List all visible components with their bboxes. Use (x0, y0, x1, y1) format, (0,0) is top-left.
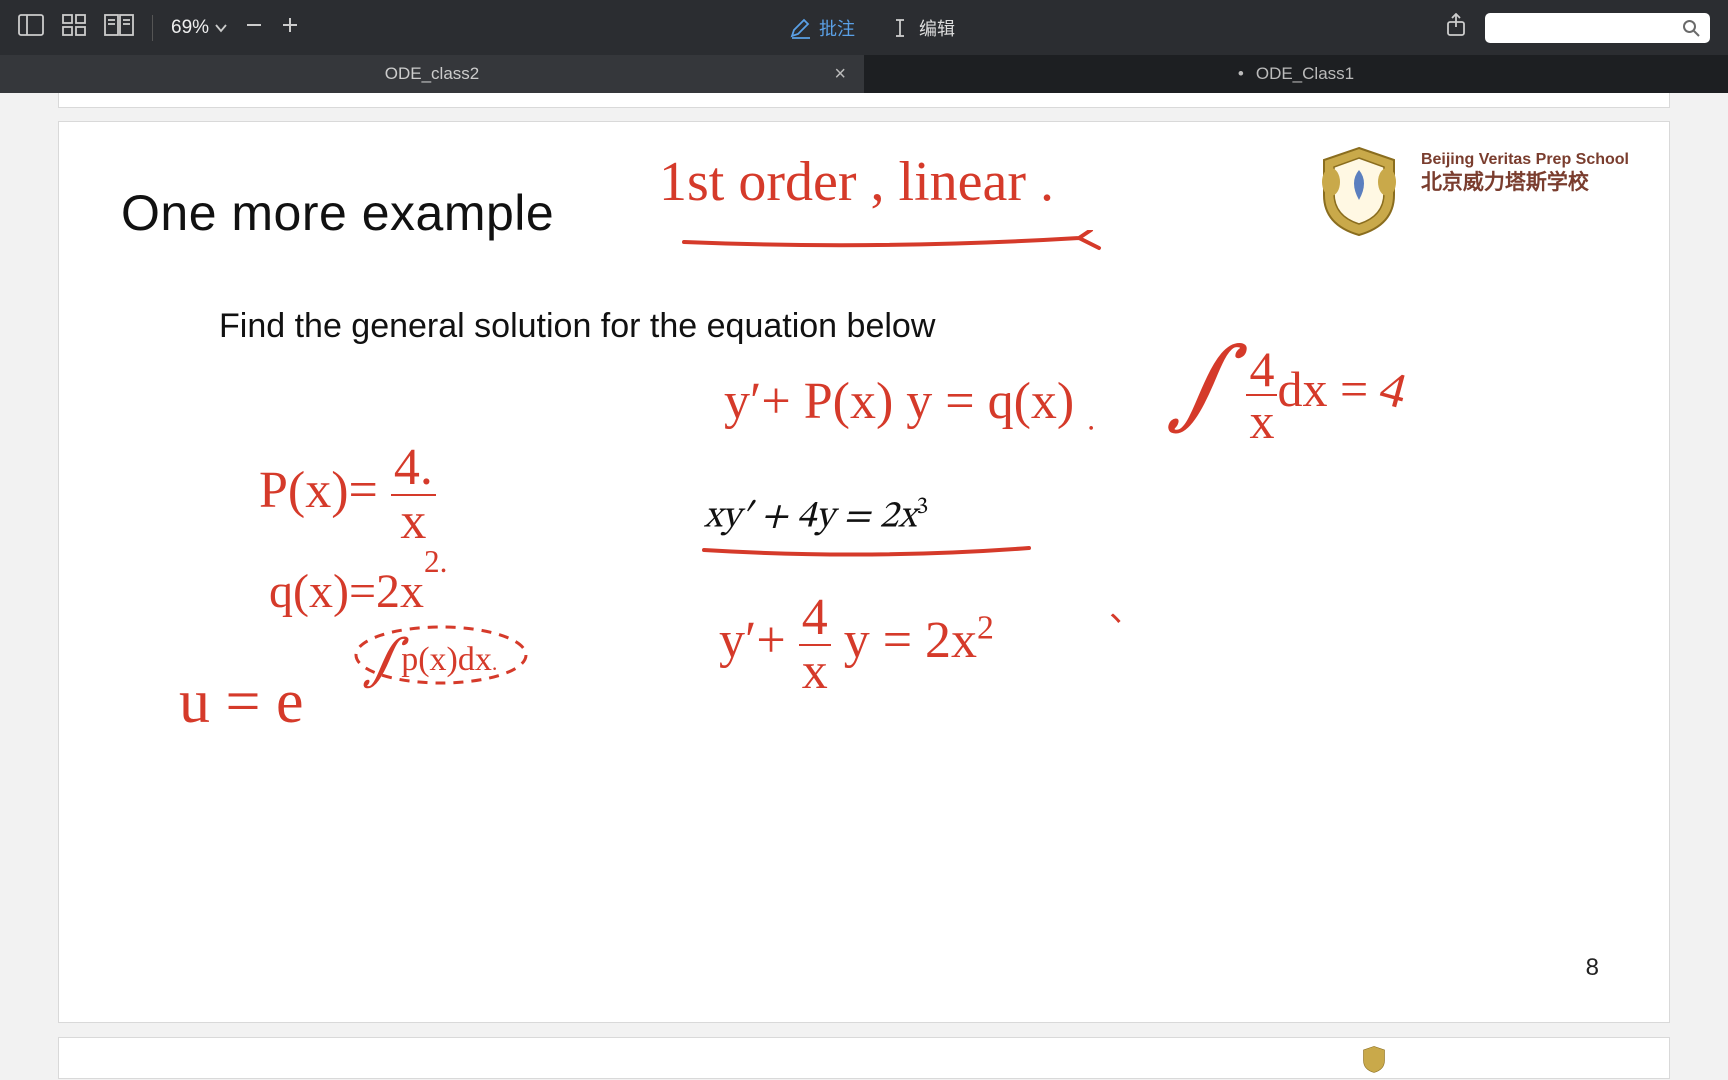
document-viewer[interactable]: One more example Find the general soluti… (0, 93, 1728, 1080)
tab-modified-dot: • (1238, 64, 1244, 84)
school-name-en: Beijing Veritas Prep School (1421, 150, 1629, 170)
tab-bar: ODE_class2 × • ODE_Class1 (0, 55, 1728, 93)
edit-label: 编辑 (919, 15, 955, 41)
annotation-q-def: q(x)=2x2. (269, 562, 447, 619)
tab-label: ODE_class2 (385, 64, 479, 84)
toolbar-divider (152, 15, 153, 41)
zoom-in-button[interactable] (281, 16, 299, 39)
annotation-underline-2 (699, 542, 1049, 562)
previous-page-edge (58, 93, 1670, 108)
facing-pages-icon[interactable] (104, 14, 134, 41)
thumbnails-icon[interactable] (62, 14, 86, 41)
pencil-icon (789, 17, 811, 39)
search-icon (1682, 19, 1700, 37)
slide-equation: xy′ + 4y = 2x3 (704, 492, 928, 542)
slide-subtitle: Find the general solution for the equati… (219, 307, 935, 346)
annotation-p-def: P(x)= 4.x (259, 442, 436, 548)
annotation-tick: 、 (1109, 582, 1143, 631)
next-page-logo (1339, 1044, 1409, 1074)
page: One more example Find the general soluti… (58, 121, 1670, 1023)
edit-tool[interactable]: 编辑 (889, 15, 955, 41)
annotate-label: 批注 (819, 15, 855, 41)
annotation-integral: ∫ 4xdx = 4 (1169, 322, 1406, 446)
close-tab-icon[interactable]: × (834, 64, 846, 84)
zoom-dropdown[interactable]: 69% (171, 17, 227, 39)
search-input[interactable] (1485, 13, 1710, 43)
school-logo (1309, 140, 1409, 240)
school-name: Beijing Veritas Prep School 北京威力塔斯学校 (1421, 150, 1629, 196)
toolbar: 69% 批注 编辑 (0, 0, 1728, 55)
school-name-cn: 北京威力塔斯学校 (1421, 170, 1629, 196)
slide-title: One more example (121, 184, 554, 242)
tab-ode-class2[interactable]: ODE_class2 × (0, 55, 864, 93)
chevron-down-icon (215, 23, 227, 33)
annotation-standard-form: y′+ P(x) y = q(x) . (724, 372, 1095, 437)
annotation-dashed-circle (349, 620, 539, 690)
annotate-tool[interactable]: 批注 (789, 15, 855, 41)
next-page-edge (58, 1037, 1670, 1079)
tab-ode-class1[interactable]: • ODE_Class1 (864, 55, 1728, 93)
page-number: 8 (1586, 954, 1599, 982)
annotation-underline-1 (679, 230, 1109, 260)
zoom-out-button[interactable] (245, 16, 263, 39)
text-cursor-icon (889, 17, 911, 39)
annotation-header: 1st order , linear . (659, 150, 1054, 214)
annotation-divided-form: y′+ 4x y = 2x2 (719, 592, 994, 698)
zoom-value: 69% (171, 17, 209, 39)
annotation-u-def: u = e (179, 667, 303, 738)
sidebar-toggle-icon[interactable] (18, 14, 44, 41)
share-icon[interactable] (1445, 13, 1467, 42)
tab-label: ODE_Class1 (1256, 64, 1354, 84)
